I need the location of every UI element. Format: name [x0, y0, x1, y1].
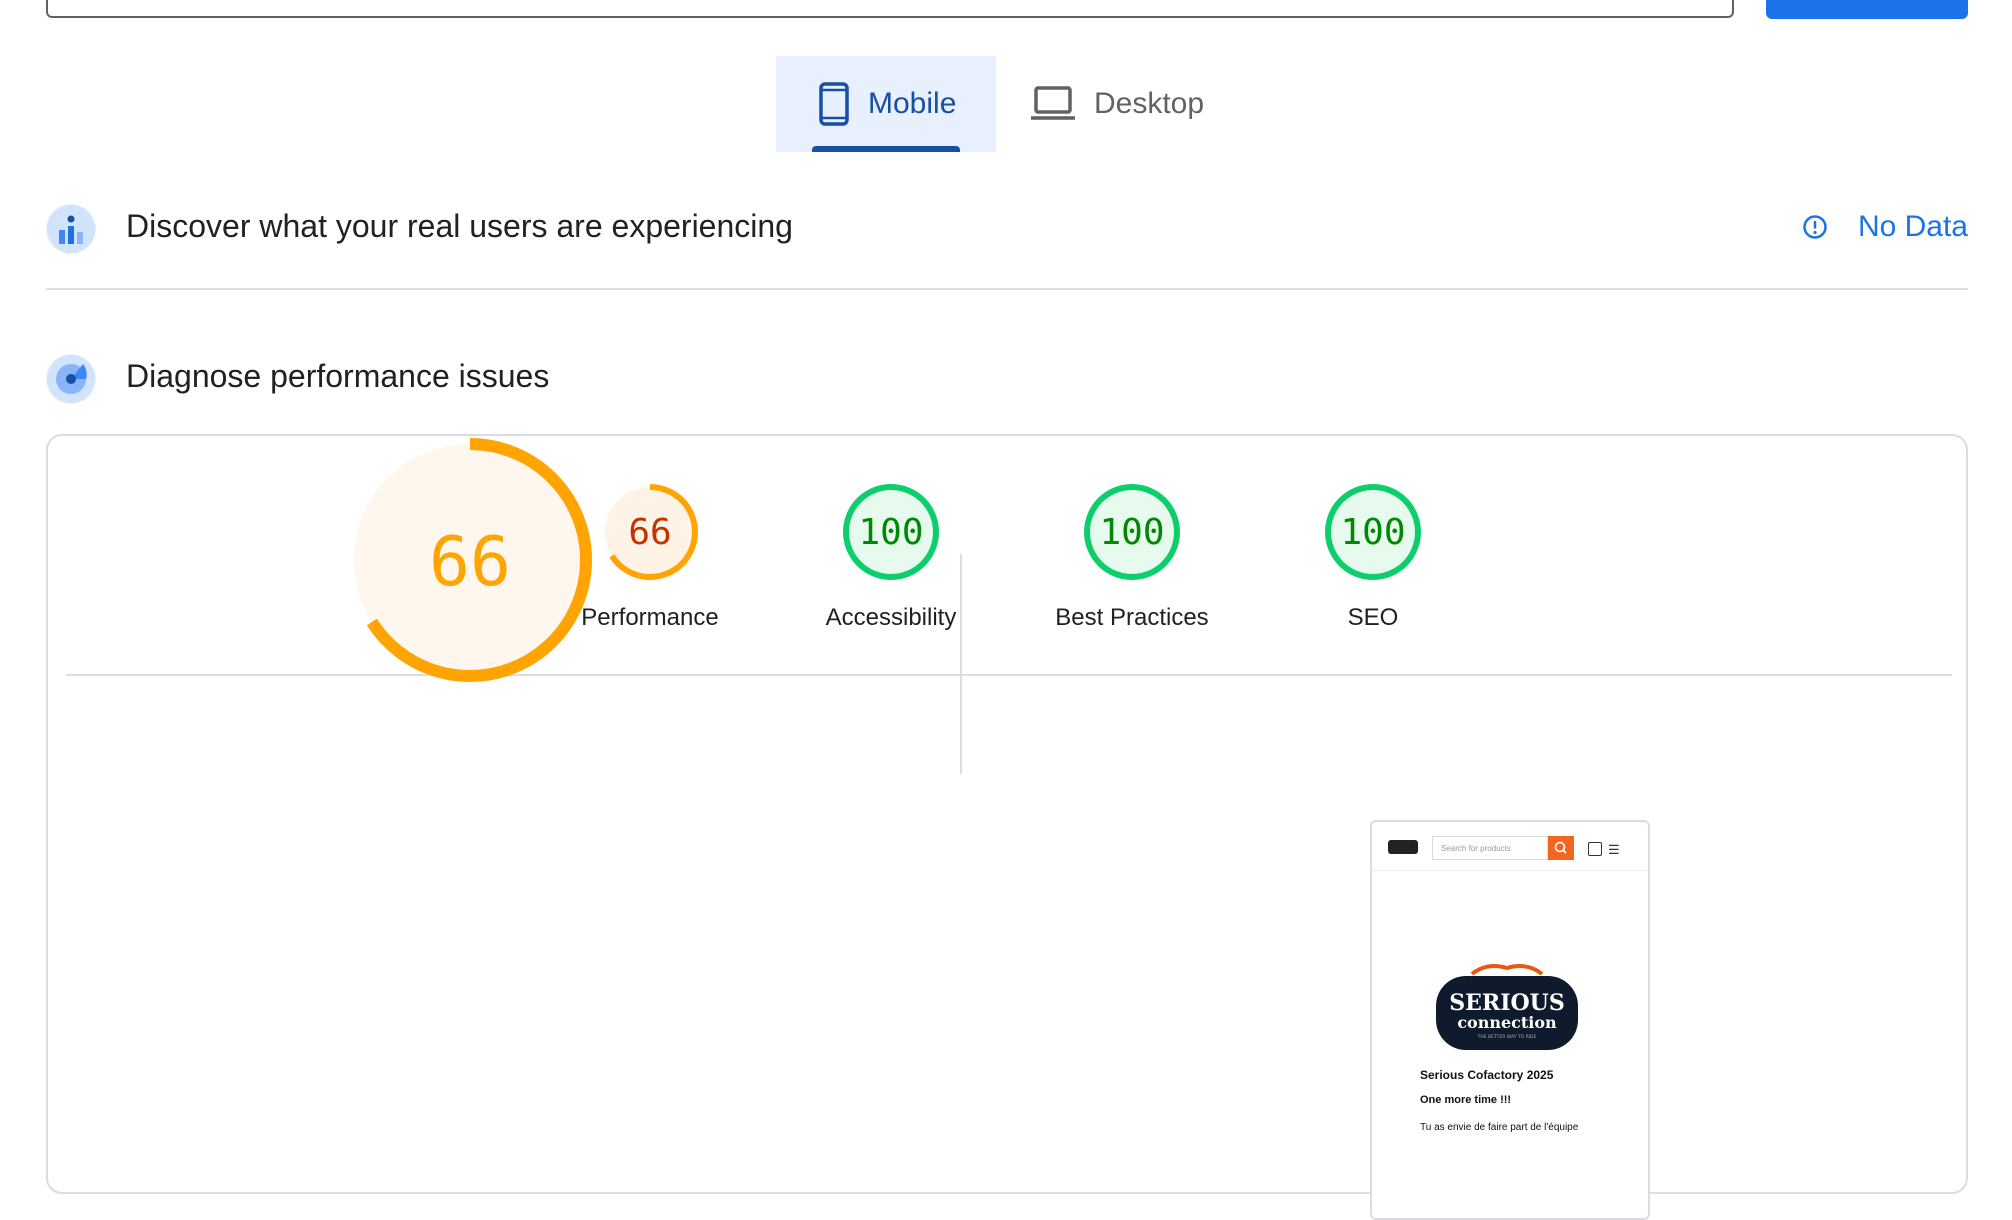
gauge-seo[interactable]: 100 SEO [1263, 482, 1483, 662]
analyze-button[interactable] [1766, 0, 1968, 19]
thumb-search-icon [1548, 836, 1574, 860]
svg-text:connection: connection [1457, 1013, 1557, 1032]
thumb-body: Tu as envie de faire part de l'équipe [1420, 1122, 1579, 1133]
info-icon [1803, 215, 1827, 239]
gauge-performance-ring: 66 [602, 484, 698, 580]
svg-text:THE BETTER WAY TO RIDE: THE BETTER WAY TO RIDE [1477, 1034, 1537, 1040]
tab-selected-indicator [812, 146, 960, 152]
vertical-divider [960, 554, 962, 774]
thumb-cart-icon [1588, 842, 1602, 856]
gauge-value: 100 [1099, 512, 1164, 553]
tab-mobile-label: Mobile [868, 87, 957, 120]
no-data-label: No Data [1857, 210, 1968, 243]
main-performance-gauge: 66 [340, 430, 600, 690]
laptop-icon [1031, 86, 1075, 120]
users-chart-icon [46, 204, 96, 254]
diagnose-section: Diagnose performance issues [46, 352, 1968, 412]
page-screenshot-thumbnail: Search for products ☰ SERIOUS connection… [1370, 820, 1650, 1220]
thumb-menu-icon: ☰ [1608, 842, 1620, 857]
gauge-value: 100 [858, 512, 923, 553]
thumb-search-input: Search for products [1432, 836, 1548, 860]
gauge-best-practices-ring: 100 [1084, 484, 1180, 580]
gauge-seo-ring: 100 [1325, 484, 1421, 580]
gauge-accessibility[interactable]: 100 Accessibility [781, 482, 1001, 662]
serious-connection-logo: SERIOUS connection THE BETTER WAY TO RID… [1436, 964, 1578, 1050]
gauge-value: 100 [1340, 512, 1405, 553]
gauge-label: Best Practices [1055, 604, 1209, 631]
main-gauge-value: 66 [429, 523, 511, 602]
no-data-status[interactable]: No Data [1802, 210, 1968, 244]
report-card [46, 434, 1968, 1194]
crux-section: Discover what your real users are experi… [46, 202, 1968, 290]
url-input[interactable] [46, 0, 1734, 18]
gauge-label: SEO [1347, 604, 1399, 631]
radar-icon [46, 354, 96, 404]
tab-desktop[interactable]: Desktop [1010, 56, 1240, 152]
gauge-best-practices[interactable]: 100 Best Practices [1022, 482, 1242, 662]
diagnose-title: Diagnose performance issues [126, 358, 550, 394]
tab-mobile[interactable]: Mobile [776, 56, 996, 152]
tab-desktop-label: Desktop [1094, 87, 1205, 120]
gauge-label: Accessibility [825, 604, 957, 631]
gauge-value: 66 [628, 512, 671, 553]
smartphone-icon [819, 82, 849, 126]
thumb-subtitle: One more time !!! [1420, 1094, 1512, 1106]
thumb-small-logo [1388, 840, 1418, 854]
thumb-header: Search for products ☰ [1372, 822, 1648, 871]
crux-title: Discover what your real users are experi… [126, 208, 793, 244]
thumb-title: Serious Cofactory 2025 [1420, 1068, 1554, 1082]
gauge-accessibility-ring: 100 [843, 484, 939, 580]
